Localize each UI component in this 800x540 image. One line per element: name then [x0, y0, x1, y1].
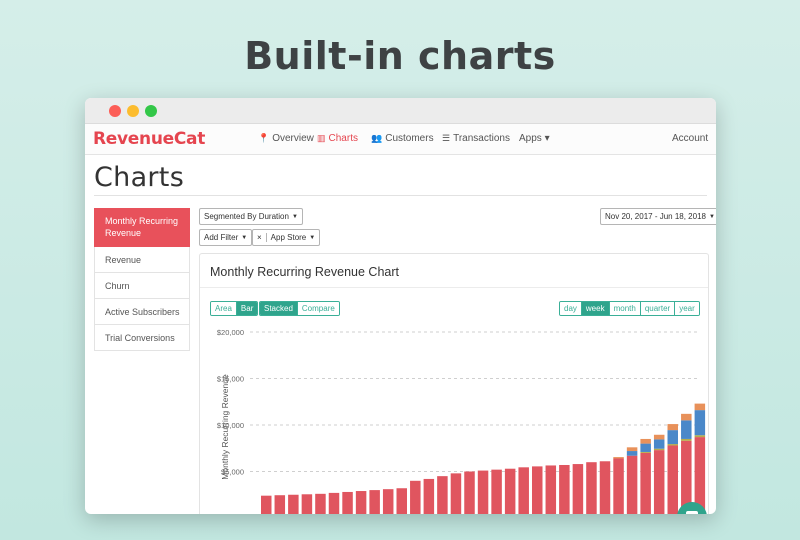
bar-segment[interactable] — [410, 480, 421, 514]
nav-charts[interactable]: ▥ Charts — [317, 133, 358, 144]
y-tick-label: $5,000 — [221, 468, 244, 477]
segment-dropdown-label: Segmented By Duration — [204, 212, 289, 221]
sidebar-item-mrr[interactable]: Monthly Recurring Revenue — [94, 208, 190, 247]
sidebar-item-trial-conversions[interactable]: Trial Conversions — [94, 325, 190, 351]
sidebar-item-active-subscribers[interactable]: Active Subscribers — [94, 299, 190, 325]
bar-segment[interactable] — [586, 462, 597, 514]
minimize-window-button[interactable] — [127, 105, 139, 117]
bar-segment[interactable] — [559, 464, 570, 514]
bar-segment[interactable] — [653, 450, 665, 514]
bar-segment[interactable] — [653, 439, 665, 449]
bar-segment[interactable] — [423, 478, 435, 514]
mrr-bar-chart: $20,000 $15,000 $10,000 $5,000 — [217, 328, 706, 515]
bar-segment[interactable] — [464, 471, 475, 515]
bar-segment[interactable] — [382, 489, 394, 514]
chart-panel: Monthly Recurring Revenue Chart Area Bar… — [199, 253, 709, 514]
store-filter-label: App Store — [270, 233, 307, 242]
bar-segment[interactable] — [369, 490, 380, 514]
nav-transactions[interactable]: ☰ Transactions — [442, 133, 510, 144]
bar-segment[interactable] — [694, 403, 706, 411]
date-range-picker[interactable]: Nov 20, 2017 - Jun 18, 2018 ▼ — [600, 208, 716, 225]
nav-account[interactable]: Account — [672, 133, 708, 144]
y-tick-label: $15,000 — [217, 375, 244, 384]
top-navbar: RevenueCat 📍 Overview ▥ Charts 👥 Customers … — [85, 124, 716, 155]
divider — [94, 195, 707, 196]
bar-segment[interactable] — [572, 464, 584, 514]
browser-window: RevenueCat 📍 Overview ▥ Charts 👥 Customers … — [85, 98, 716, 514]
bar-segment[interactable] — [613, 458, 624, 514]
bar-segment[interactable] — [504, 468, 516, 514]
bar-segment[interactable] — [274, 495, 286, 514]
page-title: Charts — [94, 162, 185, 193]
bar-segment[interactable] — [613, 457, 624, 459]
nav-charts-label: Charts — [328, 133, 358, 144]
bar-segment[interactable] — [640, 443, 651, 452]
bar-segment[interactable] — [437, 476, 448, 514]
bar-segment[interactable] — [396, 488, 408, 514]
bar-segment[interactable] — [681, 413, 692, 421]
bar-segment[interactable] — [355, 491, 367, 514]
nav-customers[interactable]: 👥 Customers — [371, 133, 434, 144]
bar-segment[interactable] — [328, 492, 340, 514]
bar-segment[interactable] — [694, 410, 706, 436]
caret-down-icon: ▼ — [291, 213, 298, 220]
nav-overview-label: Overview — [272, 133, 314, 144]
bar-segment[interactable] — [653, 434, 665, 440]
list-icon: ☰ — [442, 133, 451, 143]
chart-sidebar: Monthly Recurring Revenue Revenue Churn … — [94, 208, 190, 351]
caret-down-icon: ▼ — [241, 234, 248, 241]
bar-segment[interactable] — [667, 444, 679, 446]
sidebar-item-churn[interactable]: Churn — [94, 273, 190, 299]
headline: Built-in charts — [244, 34, 556, 78]
bar-segment[interactable] — [491, 469, 502, 514]
users-icon: 👥 — [371, 133, 383, 143]
caret-down-icon: ▼ — [708, 213, 715, 220]
y-tick-label: $20,000 — [217, 328, 244, 337]
add-filter-dropdown[interactable]: Add Filter ▼ — [199, 229, 253, 246]
bar-segment[interactable] — [694, 435, 706, 438]
bar-segment[interactable] — [640, 438, 651, 444]
close-window-button[interactable] — [109, 105, 121, 117]
bar-segment[interactable] — [315, 493, 326, 514]
bar-segment[interactable] — [450, 473, 462, 514]
caret-down-icon: ▼ — [309, 234, 316, 241]
bar-segment[interactable] — [626, 455, 638, 514]
nav-overview[interactable]: 📍 Overview — [258, 133, 314, 144]
remove-filter-icon[interactable]: × — [257, 233, 267, 242]
y-tick-label: $10,000 — [217, 421, 244, 430]
bar-segment[interactable] — [342, 491, 353, 514]
bar-segment[interactable] — [261, 495, 272, 514]
segment-dropdown[interactable]: Segmented By Duration ▼ — [199, 208, 303, 225]
bar-segment[interactable] — [653, 448, 665, 451]
maximize-window-button[interactable] — [145, 105, 157, 117]
nav-apps-dropdown[interactable]: Apps ▾ — [519, 133, 550, 144]
sidebar-item-revenue[interactable]: Revenue — [94, 247, 190, 273]
logo[interactable]: RevenueCat — [93, 129, 205, 149]
bar-segment[interactable] — [626, 447, 638, 452]
bar-segment[interactable] — [667, 430, 679, 445]
bar-segment[interactable] — [532, 466, 543, 514]
bar-segment[interactable] — [518, 467, 529, 514]
map-marker-icon: 📍 — [258, 133, 270, 143]
bar-segment[interactable] — [681, 420, 692, 439]
bar-segment[interactable] — [667, 424, 679, 431]
bar-segment[interactable] — [301, 494, 313, 514]
bar-segment[interactable] — [477, 470, 489, 514]
add-filter-label: Add Filter — [204, 233, 239, 242]
bar-segment[interactable] — [545, 465, 557, 514]
bar-segment[interactable] — [599, 461, 611, 514]
bar-chart-icon: ▥ — [317, 133, 326, 143]
store-filter[interactable]: × App Store ▼ — [252, 229, 321, 246]
date-range-label: Nov 20, 2017 - Jun 18, 2018 — [605, 212, 706, 221]
bar-segment[interactable] — [626, 451, 638, 456]
nav-customers-label: Customers — [385, 133, 434, 144]
bar-segment[interactable] — [667, 445, 679, 514]
bar-segment[interactable] — [681, 438, 692, 441]
nav-transactions-label: Transactions — [453, 133, 510, 144]
window-titlebar — [85, 98, 716, 124]
bar-segment[interactable] — [640, 451, 651, 453]
bar-segment[interactable] — [288, 494, 299, 514]
bar-segment[interactable] — [640, 452, 651, 514]
